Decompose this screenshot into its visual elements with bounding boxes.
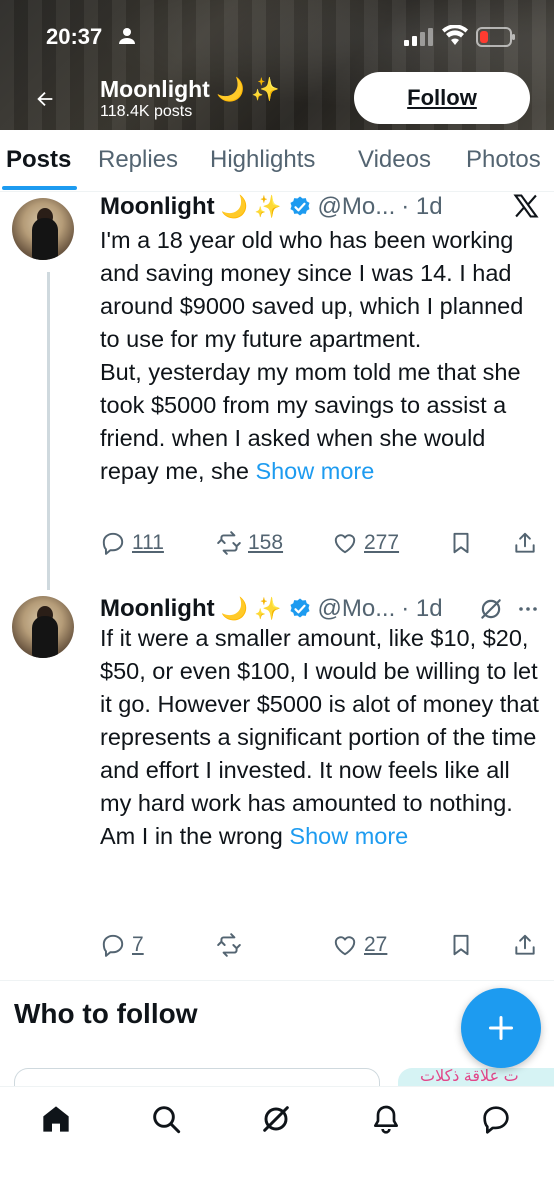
profile-name: Moonlight 🌙 ✨ <box>100 76 280 103</box>
post-header: Moonlight 🌙 ✨ @Mo... · 1d <box>100 192 443 222</box>
profile-header-banner: 20:37 Moonlight 🌙 ✨ 118.4K posts Follow <box>0 0 554 130</box>
section-divider <box>0 980 554 981</box>
verified-badge-icon <box>290 196 310 216</box>
back-button[interactable] <box>28 82 62 116</box>
compose-button[interactable] <box>461 988 541 1068</box>
active-tab-indicator <box>2 186 77 190</box>
reply-icon <box>102 934 124 957</box>
bottom-navigation <box>0 1086 554 1199</box>
status-time: 20:37 <box>46 24 103 49</box>
author-emoji: 🌙 ✨ <box>220 596 282 621</box>
nav-grok[interactable] <box>256 1099 296 1139</box>
post-text: If it were a smaller amount, like $10, $… <box>100 622 540 853</box>
signal-icon <box>404 28 433 46</box>
repost-icon <box>217 933 241 957</box>
repost-count: 158 <box>248 531 284 554</box>
post-time[interactable]: · 1d <box>401 595 442 623</box>
share-icon <box>515 934 535 955</box>
verified-badge-icon <box>290 598 310 618</box>
avatar[interactable] <box>12 596 74 658</box>
show-more-link[interactable]: Show more <box>255 458 374 484</box>
tab-highlights[interactable]: Highlights <box>210 146 315 174</box>
author-handle[interactable]: @Mo... <box>318 193 396 221</box>
share-button[interactable] <box>512 932 538 958</box>
post-1[interactable]: Moonlight 🌙 ✨ @Mo... · 1d I'm a 18 year … <box>0 192 554 572</box>
nav-home[interactable] <box>36 1099 76 1139</box>
messages-icon <box>483 1106 509 1134</box>
reply-count: 7 <box>132 933 144 956</box>
wifi-icon <box>442 25 468 45</box>
nav-search[interactable] <box>146 1099 186 1139</box>
profile-name-emoji: 🌙 ✨ <box>216 76 280 102</box>
share-icon <box>515 532 535 553</box>
tab-posts[interactable]: Posts <box>6 146 71 174</box>
like-count: 27 <box>364 933 388 956</box>
post-body: If it were a smaller amount, like $10, $… <box>100 625 539 849</box>
nav-messages[interactable] <box>476 1099 516 1139</box>
heart-icon <box>334 936 356 956</box>
grok-icon[interactable] <box>478 596 504 622</box>
arrow-left-icon <box>37 91 53 107</box>
avatar[interactable] <box>12 198 74 260</box>
repost-button[interactable] <box>216 932 248 958</box>
who-to-follow-title: Who to follow <box>14 998 198 1029</box>
repost-icon <box>217 531 241 555</box>
show-more-link[interactable]: Show more <box>289 823 408 849</box>
profile-name-text: Moonlight <box>100 76 210 102</box>
author-name[interactable]: Moonlight <box>100 193 215 221</box>
bookmark-button[interactable] <box>448 530 474 556</box>
heart-icon <box>334 534 356 554</box>
status-bar: 20:37 <box>0 18 554 54</box>
bookmark-icon <box>453 934 469 956</box>
post-text: I'm a 18 year old who has been working a… <box>100 224 540 488</box>
more-icon[interactable] <box>516 597 540 621</box>
reply-count: 111 <box>132 531 164 554</box>
post-body: I'm a 18 year old who has been working a… <box>100 227 524 484</box>
plus-icon <box>488 1015 514 1041</box>
bookmark-button[interactable] <box>448 932 474 958</box>
share-button[interactable] <box>512 530 538 556</box>
x-logo-icon <box>513 194 539 218</box>
battery-icon <box>476 27 515 47</box>
follow-suggestion-card[interactable] <box>14 1068 380 1088</box>
person-icon <box>119 28 135 44</box>
author-emoji: 🌙 ✨ <box>220 194 282 219</box>
post-time[interactable]: · 1d <box>401 193 442 221</box>
author-name[interactable]: Moonlight <box>100 595 215 623</box>
post-header: Moonlight 🌙 ✨ @Mo... · 1d <box>100 594 443 624</box>
reply-button[interactable]: 7 <box>100 932 144 958</box>
reply-button[interactable]: 111 <box>100 530 164 556</box>
repost-button[interactable]: 158 <box>216 530 283 556</box>
tab-replies[interactable]: Replies <box>98 146 178 174</box>
grok-icon <box>263 1106 289 1132</box>
follow-button[interactable]: Follow <box>354 72 530 124</box>
posts-count: 118.4K posts <box>100 103 193 120</box>
notifications-icon <box>374 1105 398 1134</box>
like-count: 277 <box>364 531 400 554</box>
post-2[interactable]: Moonlight 🌙 ✨ @Mo... · 1d If it were a s… <box>0 594 554 974</box>
bookmark-icon <box>453 532 469 554</box>
search-icon <box>153 1106 181 1134</box>
like-button[interactable]: 27 <box>332 932 387 958</box>
nav-notifications[interactable] <box>366 1099 406 1139</box>
post-actions: 7 27 <box>100 932 540 966</box>
profile-tabs: Posts Replies Highlights Videos Photos <box>0 130 554 192</box>
author-handle[interactable]: @Mo... <box>318 595 396 623</box>
reply-icon <box>102 532 124 555</box>
tab-photos[interactable]: Photos <box>466 146 541 174</box>
like-button[interactable]: 277 <box>332 530 399 556</box>
home-icon <box>43 1106 69 1132</box>
follow-suggestion-banner-text: ت علاقة ذكلات <box>420 1068 519 1085</box>
post-actions: 111 158 277 <box>100 530 540 564</box>
tab-videos[interactable]: Videos <box>358 146 431 174</box>
